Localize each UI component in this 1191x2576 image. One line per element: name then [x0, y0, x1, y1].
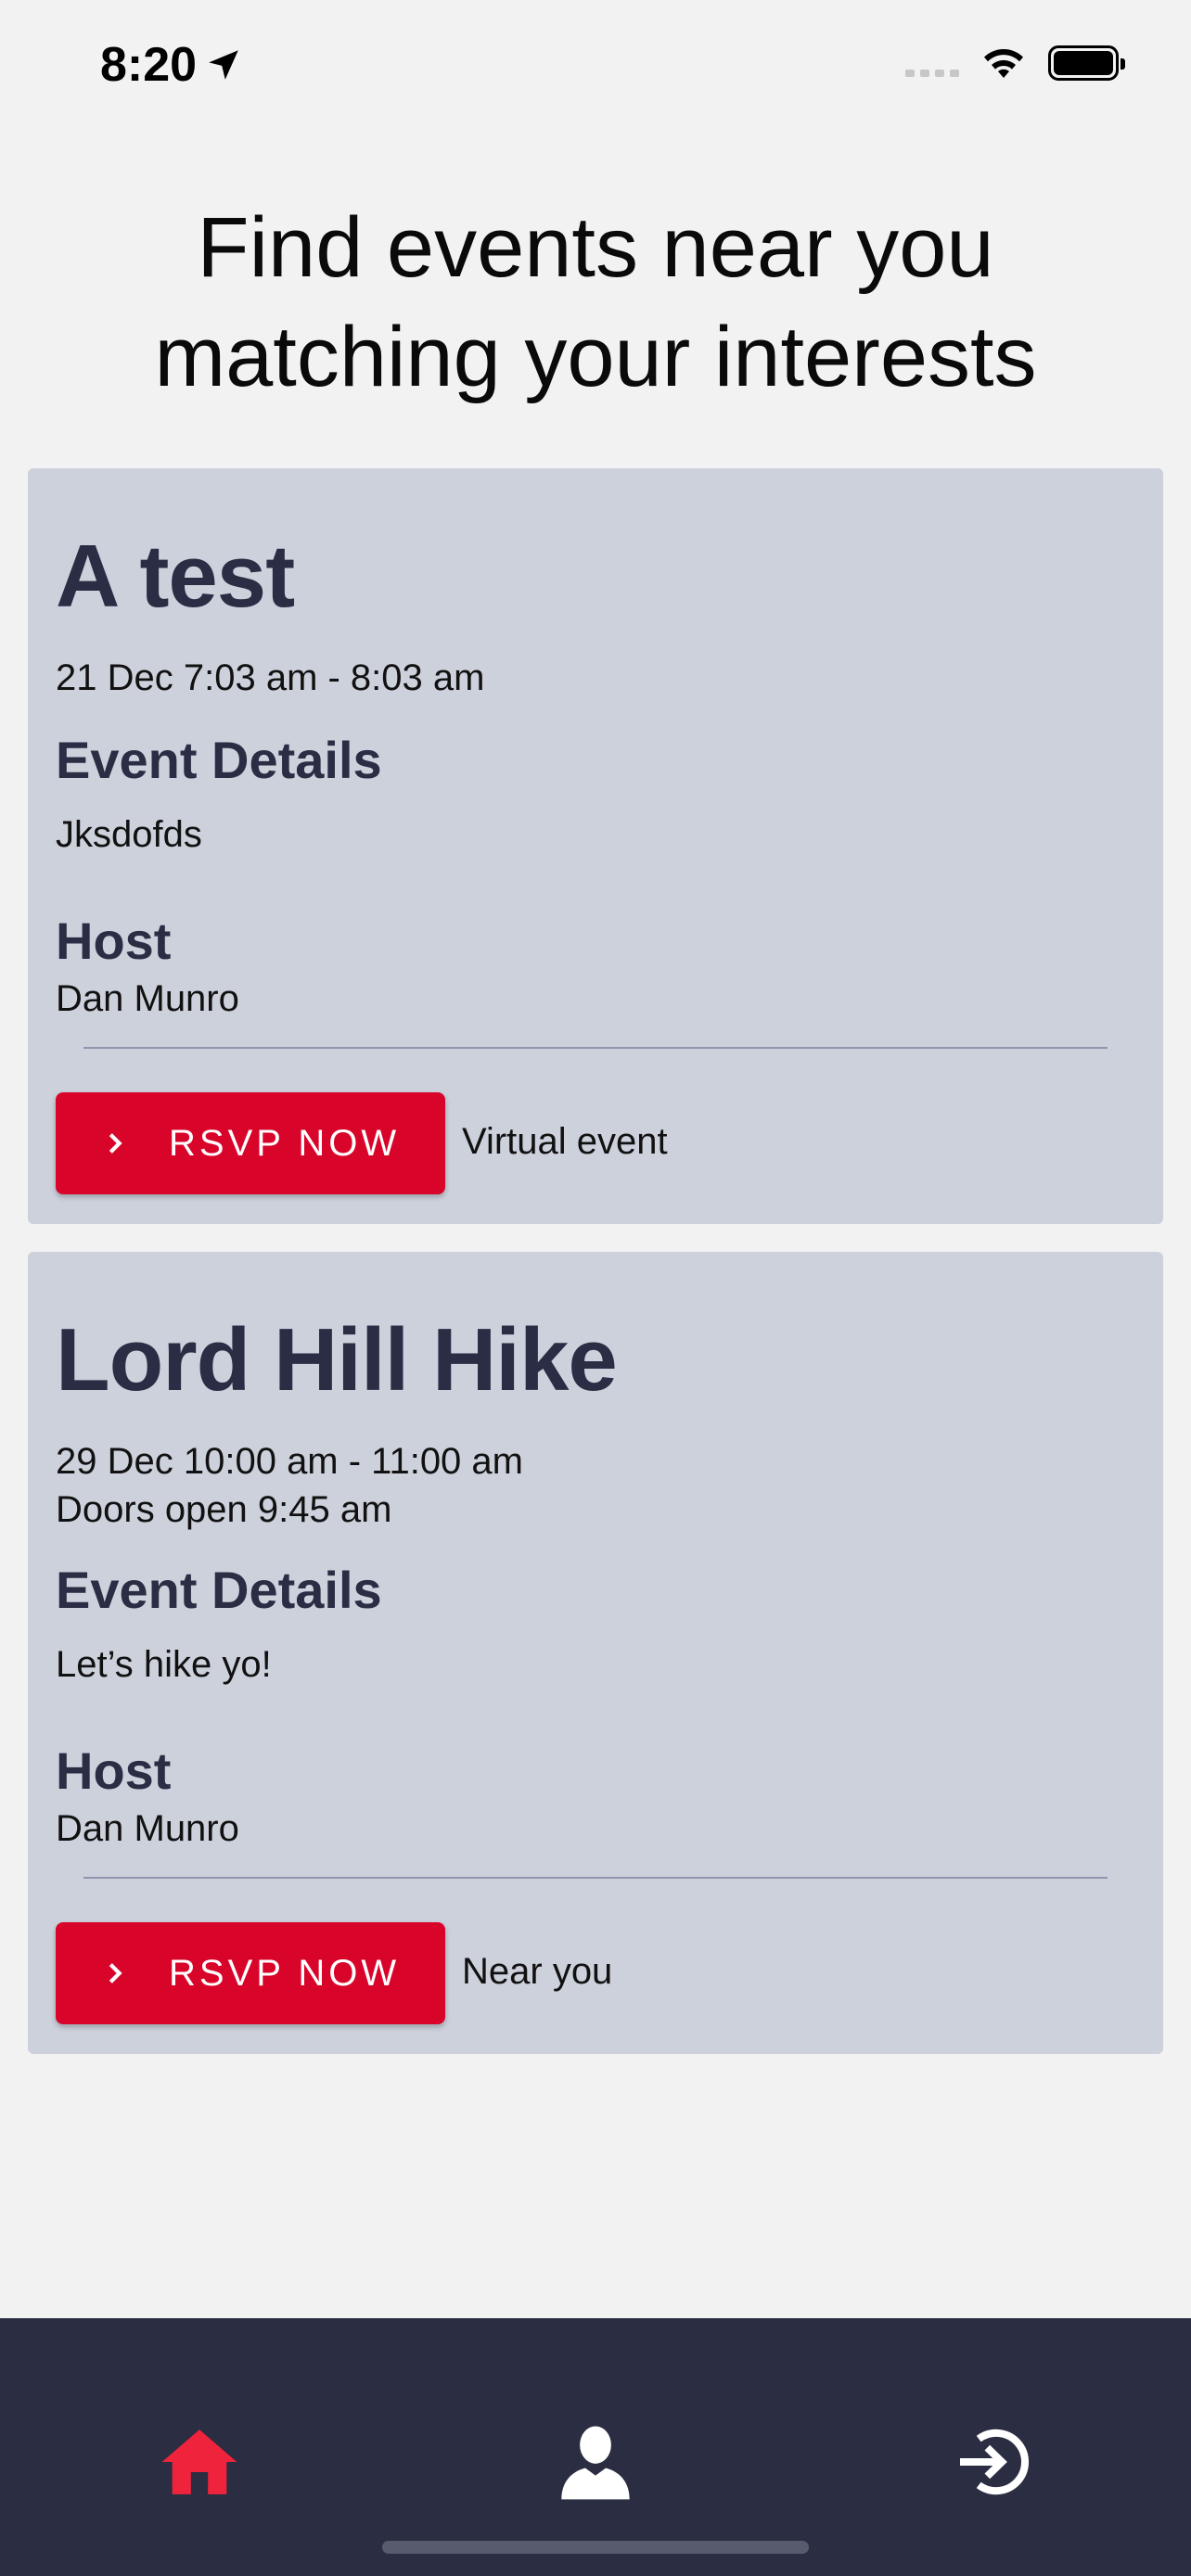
wifi-icon — [984, 49, 1023, 78]
event-details-text: Jksdofds — [56, 814, 202, 855]
event-details-text: Let’s hike yo! — [56, 1644, 272, 1685]
tab-profile[interactable] — [544, 2411, 647, 2513]
chevron-right-icon — [109, 1963, 122, 1983]
status-icons — [905, 45, 1125, 82]
event-time: 29 Dec 10:00 am - 11:00 am — [56, 1441, 523, 1482]
event-details-heading: Event Details — [56, 731, 382, 789]
tab-bar — [0, 2318, 1191, 2576]
host-heading: Host — [56, 912, 172, 970]
host-heading: Host — [56, 1741, 172, 1800]
screen: 8:20 Find events near you matching your … — [0, 0, 1191, 2576]
event-location: Virtual event — [462, 1121, 668, 1162]
chevron-right-icon — [109, 1133, 122, 1154]
host-name: Dan Munro — [56, 978, 239, 1019]
status-time: 8:20 — [100, 37, 243, 93]
tab-sign-in[interactable] — [940, 2411, 1042, 2513]
card-divider — [83, 1047, 1108, 1049]
home-icon — [161, 2429, 237, 2494]
event-time: 21 Dec 7:03 am - 8:03 am — [56, 657, 485, 698]
event-doors-open: Doors open 9:45 am — [56, 1489, 392, 1530]
rsvp-button-label: RSVP NOW — [169, 1952, 401, 1994]
rsvp-button[interactable]: RSVP NOW — [56, 1092, 445, 1194]
cellular-signal-icon — [905, 49, 959, 77]
card-divider — [83, 1877, 1108, 1879]
home-indicator — [382, 2541, 809, 2554]
event-title: A test — [56, 527, 295, 626]
status-bar: 8:20 — [0, 0, 1191, 130]
tab-home[interactable] — [148, 2411, 250, 2513]
profile-icon — [561, 2426, 630, 2500]
page-title: Find events near you matching your inter… — [154, 200, 1037, 404]
event-details-heading: Event Details — [56, 1561, 382, 1619]
event-card: Lord Hill Hike 29 Dec 10:00 am - 11:00 a… — [28, 1252, 1163, 2054]
location-arrow-icon — [209, 50, 238, 80]
rsvp-button[interactable]: RSVP NOW — [56, 1922, 445, 2024]
status-time-label: 8:20 — [100, 38, 198, 92]
sign-in-icon — [960, 2429, 1030, 2495]
rsvp-button-label: RSVP NOW — [169, 1122, 401, 1164]
battery-icon — [1048, 45, 1125, 81]
event-location: Near you — [462, 1951, 613, 1992]
event-card: A test 21 Dec 7:03 am - 8:03 am Event De… — [28, 468, 1163, 1224]
host-name: Dan Munro — [56, 1808, 239, 1849]
event-title: Lord Hill Hike — [56, 1310, 618, 1409]
